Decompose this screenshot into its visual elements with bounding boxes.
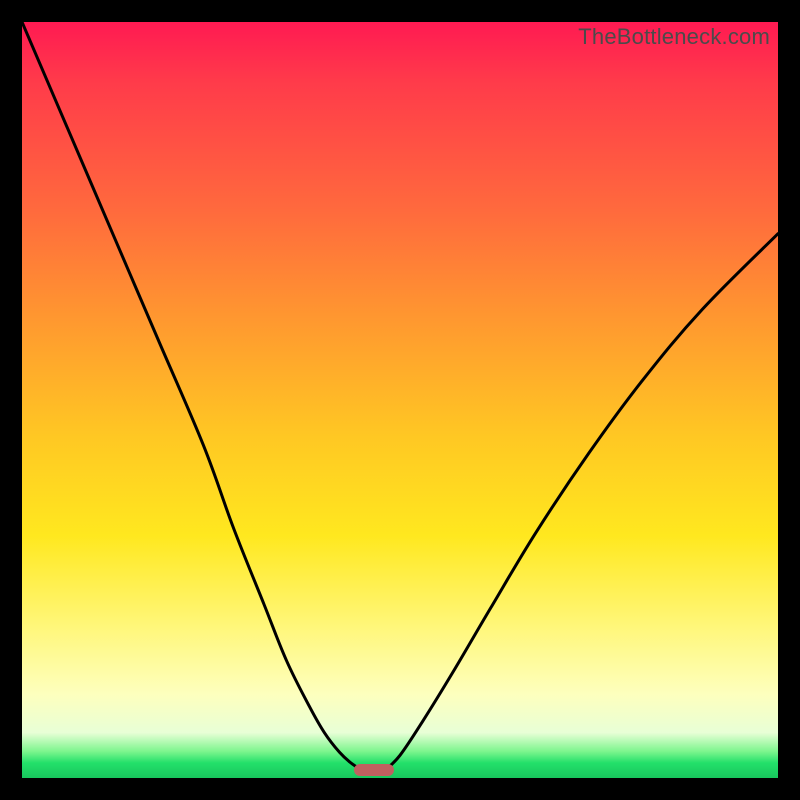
curve-right-path [385,234,778,771]
chart-frame: TheBottleneck.com [0,0,800,800]
min-marker [354,764,394,776]
bottleneck-curve [22,22,778,778]
plot-area: TheBottleneck.com [22,22,778,778]
curve-left-path [22,22,362,770]
